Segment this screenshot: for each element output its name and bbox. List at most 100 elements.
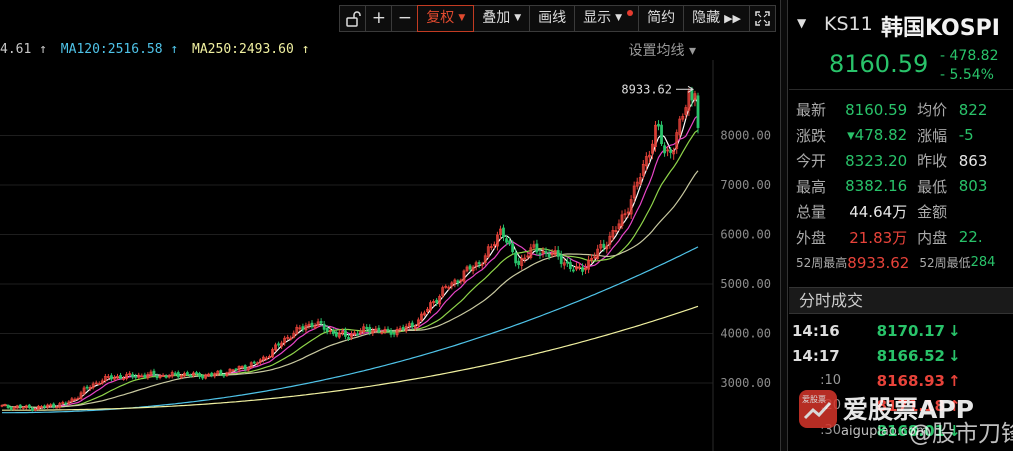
candle-body [435, 299, 439, 303]
candle-body [401, 326, 405, 330]
tick-price: 8170.17 [876, 321, 945, 340]
overlay-dropdown[interactable]: 叠加 ▼ [473, 5, 531, 32]
simple-mode-label: 简约 [647, 10, 676, 26]
quote-label: 金额 [917, 203, 948, 222]
tick-time: :10 [820, 373, 841, 388]
y-tick-label: 6000.00 [720, 228, 771, 242]
candle-body [347, 337, 350, 339]
tick-trades-header[interactable]: 分时成交 [789, 287, 1013, 314]
kline-chart-panel[interactable]: + − 复权 ▼ 叠加 ▼ 画线 显示 ▼ 简约 隐藏 ▶▶ 4.61 ↑ MA120:… [0, 0, 780, 451]
hide-button[interactable]: 隐藏 ▶▶ [683, 5, 750, 32]
security-code: KS11 [824, 13, 873, 35]
candle-body [559, 254, 563, 264]
ma-line-ma250 [2, 305, 699, 411]
adjust-rights-dropdown[interactable]: 复权 ▼ [417, 5, 475, 32]
collapse-caret-icon[interactable]: ▼ [797, 16, 806, 30]
tick-row: 14:17 8166.52 ↓ [789, 343, 1013, 368]
unlock-button[interactable] [339, 5, 367, 32]
candle-body [544, 251, 548, 254]
candle-body [18, 404, 22, 408]
candle-body [110, 375, 113, 380]
candle-body [565, 261, 569, 264]
quote-value: 863 [958, 151, 988, 170]
panel-splitter[interactable] [780, 0, 788, 451]
quote-header: ▼ KS11 韩国KOSPI 8160.59 - 478.82 - 5.54% [789, 0, 1013, 90]
tick-time: 14:16 [792, 321, 840, 340]
quote-label: 52周最高 [796, 256, 848, 271]
quote-value: 284 [970, 255, 996, 271]
candle-body [657, 123, 660, 127]
tick-row: :30 8168.01 ↓ [789, 418, 1013, 443]
candle-body [195, 372, 198, 374]
quote-row: 总量 44.64万 金额 [789, 199, 1013, 225]
candle-body [319, 320, 323, 324]
candle-body [210, 372, 214, 376]
chevron-down-icon: ▼ [514, 13, 522, 23]
quote-label: 最低 [917, 177, 948, 196]
quote-table: 最新 8160.59 均价 822 涨跌 ▾478.82 涨幅 -5 今开 8323.20 昨收 86… [789, 97, 1013, 276]
double-chevron-right-icon: ▶▶ [724, 12, 741, 25]
quote-value: 8160.59 [845, 100, 908, 119]
candle-body [334, 332, 338, 337]
candle-body [176, 372, 180, 378]
tick-time: :30 [820, 423, 841, 438]
price-chart[interactable]: 3000.00 4000.00 5000.00 6000.00 7000.00 8000.… [0, 60, 780, 451]
tick-price: 8166.52 [876, 346, 945, 365]
draw-line-label: 画线 [538, 10, 567, 26]
overlay-label: 叠加 [482, 10, 511, 26]
chart-toolbar: + − 复权 ▼ 叠加 ▼ 画线 显示 ▼ 简约 隐藏 ▶▶ [339, 5, 776, 32]
candle-body [356, 333, 359, 336]
ma-settings-button[interactable]: 设置均线 ▾ [629, 40, 696, 60]
quote-row: 52周最高 8933.62 52周最低 284 [789, 250, 1013, 276]
display-dropdown[interactable]: 显示 ▼ [574, 5, 640, 32]
notification-dot-icon [627, 10, 634, 16]
simple-mode-button[interactable]: 简约 [638, 5, 685, 32]
candle-body [538, 253, 542, 255]
tick-price: 8171.18 [876, 396, 945, 415]
ma-legend: 4.61 ↑ MA120:2516.58 ↑ MA250:2493.60 ↑ [0, 42, 315, 57]
zoom-in-icon: + [371, 8, 386, 28]
candle-body [243, 365, 247, 370]
candle-body [365, 326, 369, 329]
candle-body [368, 327, 372, 333]
candle-body [556, 250, 560, 257]
candle-body [389, 330, 393, 335]
candle-body [201, 375, 204, 379]
candle-body [660, 124, 663, 145]
candle-body [386, 328, 390, 331]
candle-body [344, 330, 347, 337]
quote-label: 涨跌 [796, 126, 827, 145]
quote-row: 今开 8323.20 昨收 863 [789, 148, 1013, 174]
quote-value: 8323.20 [845, 151, 908, 170]
candle-body [143, 374, 147, 378]
candle-body [517, 260, 521, 265]
quote-value: ▾478.82 [847, 126, 908, 145]
candle-body [602, 243, 606, 248]
peak-value-label: 8933.62 [621, 82, 672, 96]
fullscreen-button[interactable] [749, 5, 776, 32]
candle-body [331, 330, 335, 335]
ma-line-ma_mid2 [1, 129, 699, 408]
zoom-out-button[interactable]: − [391, 5, 419, 32]
candle-body [663, 145, 666, 154]
candle-body [173, 372, 177, 375]
quote-value: 8382.16 [845, 177, 908, 196]
tick-trades-list[interactable]: 14:16 8170.17 ↓ 14:17 8166.52 ↓:10 8168.93 ↑:20… [789, 318, 1013, 443]
candle-body [85, 386, 89, 389]
candle-body [30, 407, 34, 411]
candle-body [571, 269, 575, 272]
candle-body [198, 373, 201, 377]
candle-body [64, 402, 68, 405]
security-name: 韩国KOSPI [881, 16, 1000, 41]
ma-line-ma_fast [1, 96, 699, 410]
candle-body [392, 332, 396, 335]
draw-line-button[interactable]: 画线 [529, 5, 576, 32]
tick-row: :20 8171.18 ↑ [789, 393, 1013, 418]
zoom-in-button[interactable]: + [365, 5, 393, 32]
candle-body [508, 240, 511, 245]
candle-body [52, 403, 56, 408]
quote-label: 均价 [917, 101, 948, 120]
quote-label: 最新 [796, 101, 827, 120]
quote-label: 52周最低 [919, 256, 971, 271]
last-price: 8160.59 [829, 50, 929, 78]
